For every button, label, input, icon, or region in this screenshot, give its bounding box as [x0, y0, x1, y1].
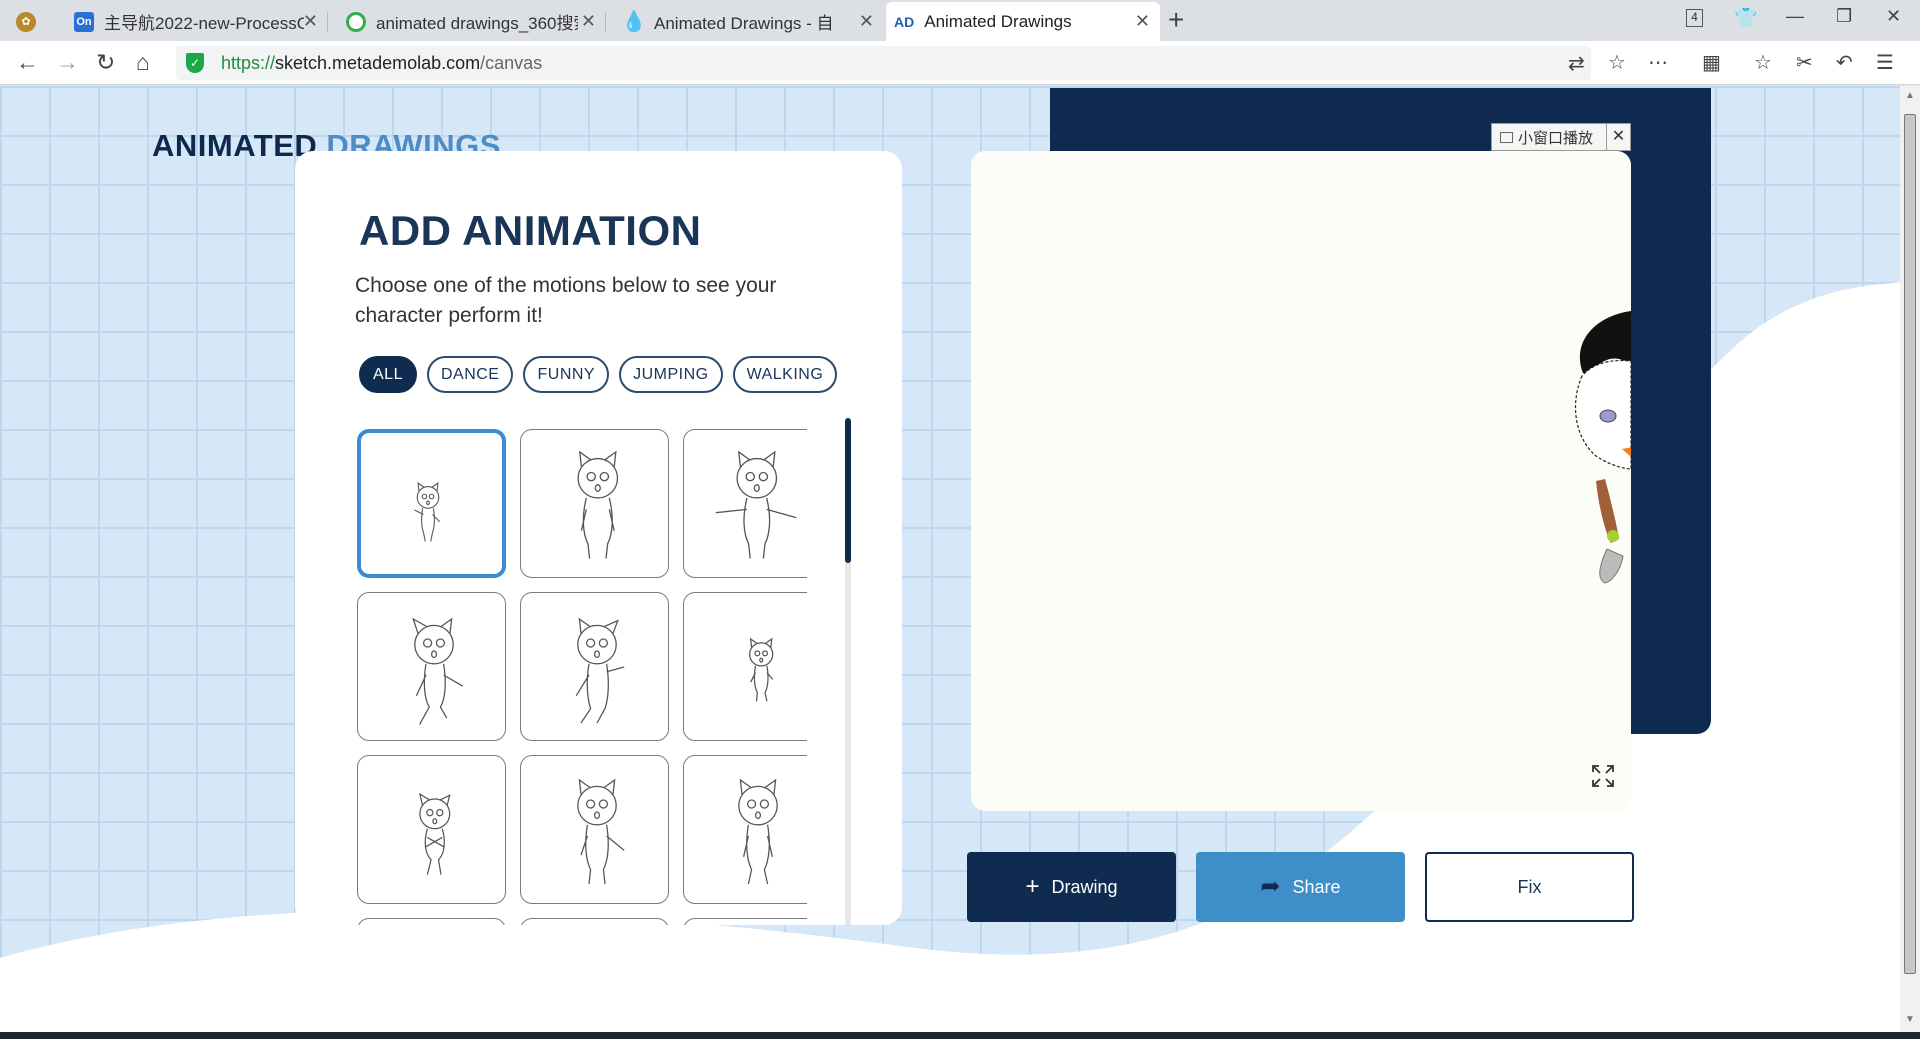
- tab-animated-drawings-1[interactable]: 💧 Animated Drawings - 自 ✕: [616, 2, 884, 41]
- tab-360-search[interactable]: animated drawings_360搜索 ✕: [338, 2, 606, 41]
- url-field[interactable]: ✓ https://sketch.metademolab.com/canvas …: [176, 46, 1591, 80]
- filter-jumping[interactable]: JUMPING: [619, 356, 723, 393]
- share-button[interactable]: ➦ Share: [1196, 852, 1405, 922]
- apps-grid-icon[interactable]: ▦: [1702, 50, 1721, 75]
- tab-bar: ✿ On 主导航2022-new-ProcessOn ✕ animated dr…: [0, 0, 1920, 41]
- tab-processon[interactable]: On 主导航2022-new-ProcessOn ✕: [66, 2, 328, 41]
- filter-walking[interactable]: WALKING: [732, 356, 838, 393]
- 360-search-icon: [346, 11, 366, 32]
- character-preview: [1574, 311, 1631, 584]
- add-animation-card: ADD ANIMATION Choose one of the motions …: [295, 151, 902, 925]
- tab-title: Animated Drawings: [924, 11, 1072, 31]
- motion-thumb-1[interactable]: [357, 429, 506, 578]
- filter-all[interactable]: ALL: [359, 356, 417, 393]
- close-icon[interactable]: ✕: [859, 11, 874, 32]
- tab-separator: [605, 12, 606, 32]
- motion-thumb-4[interactable]: [357, 592, 506, 741]
- tab-animated-drawings-active[interactable]: AD Animated Drawings ✕: [886, 2, 1160, 41]
- restore-icon[interactable]: ❐: [1836, 6, 1852, 27]
- reload-icon[interactable]: ↻: [96, 49, 115, 76]
- menu-icon[interactable]: ☰: [1876, 50, 1894, 75]
- motion-thumb-6[interactable]: [683, 592, 807, 741]
- scroll-up-icon[interactable]: ▲: [1905, 90, 1915, 101]
- thumbnail-scrollbar[interactable]: [845, 418, 851, 925]
- home-icon[interactable]: ⌂: [136, 49, 150, 76]
- url-path: /canvas: [480, 53, 543, 73]
- motion-thumb-9[interactable]: [683, 755, 807, 904]
- drawing-button-label: Drawing: [1051, 876, 1118, 897]
- url-scheme: https://: [221, 53, 276, 73]
- motion-thumb-7[interactable]: [357, 755, 506, 904]
- new-tab-button[interactable]: +: [1168, 4, 1184, 36]
- picture-in-picture-bar[interactable]: 小窗口播放 ✕: [1491, 123, 1631, 151]
- close-icon[interactable]: ✕: [303, 11, 318, 32]
- animation-preview: [971, 151, 1631, 811]
- scrollbar-thumb[interactable]: [845, 418, 851, 563]
- tab-separator: [327, 12, 328, 32]
- url-host: sketch.metademolab.com: [275, 53, 481, 73]
- share-button-label: Share: [1292, 876, 1341, 897]
- pip-close-icon[interactable]: ✕: [1606, 124, 1630, 150]
- translate-icon[interactable]: ⇄: [1568, 51, 1585, 76]
- fix-button-label: Fix: [1517, 876, 1542, 897]
- ad-icon: AD: [894, 13, 915, 30]
- new-drawing-button[interactable]: + Drawing: [967, 852, 1176, 922]
- undo-icon[interactable]: ↶: [1836, 50, 1853, 75]
- tab-title: animated drawings_360搜索: [376, 14, 578, 33]
- security-shield-icon: ✓: [186, 53, 204, 73]
- pip-label: 小窗口播放: [1518, 129, 1594, 147]
- fullscreen-icon[interactable]: [1591, 764, 1615, 788]
- page-scrollbar-thumb[interactable]: [1904, 114, 1916, 974]
- url-text: https://sketch.metademolab.com/canvas: [221, 53, 542, 74]
- motion-thumb-10[interactable]: [357, 918, 506, 925]
- address-bar: ← → ↻ ⌂ ✓ https://sketch.metademolab.com…: [0, 41, 1920, 85]
- motion-filters: ALL DANCE FUNNY JUMPING WALKING: [359, 356, 838, 393]
- back-icon[interactable]: ←: [16, 49, 39, 76]
- tab-count-badge[interactable]: 4: [1686, 9, 1703, 27]
- processon-icon: On: [74, 11, 94, 32]
- tab-pinned[interactable]: ✿: [8, 2, 56, 41]
- motion-thumbnail-grid: [357, 429, 807, 925]
- page-scrollbar[interactable]: ▲ ▼: [1900, 86, 1920, 1032]
- motion-thumb-8[interactable]: [520, 755, 669, 904]
- forward-icon[interactable]: →: [56, 49, 79, 76]
- tv-icon: [1500, 131, 1513, 143]
- card-title: ADD ANIMATION: [359, 207, 702, 254]
- page-canvas: ANIMATED DRAWINGS ADD ANIMATION Choose o…: [0, 86, 1900, 1032]
- motion-thumb-5[interactable]: [520, 592, 669, 741]
- scissors-icon[interactable]: ✂: [1796, 50, 1813, 75]
- card-description: Choose one of the motions below to see y…: [355, 274, 777, 327]
- drop-icon: 💧: [621, 11, 647, 33]
- filter-dance[interactable]: DANCE: [426, 356, 514, 393]
- tab-title: 主导航2022-new-ProcessOn: [104, 14, 304, 33]
- motion-thumb-3[interactable]: [683, 429, 807, 578]
- filter-funny[interactable]: FUNNY: [523, 356, 610, 393]
- close-icon[interactable]: ✕: [1135, 11, 1150, 32]
- os-taskbar: [0, 1032, 1920, 1039]
- motion-thumb-12[interactable]: [683, 918, 807, 925]
- window-close-icon[interactable]: ✕: [1886, 6, 1901, 27]
- sunflower-icon: ✿: [16, 11, 36, 32]
- bookmark-star-icon[interactable]: ☆: [1608, 50, 1626, 75]
- more-icon[interactable]: ⋯: [1648, 50, 1668, 75]
- minimize-icon[interactable]: —: [1786, 6, 1804, 27]
- close-icon[interactable]: ✕: [581, 11, 596, 32]
- logo-word-1: ANIMATED: [152, 128, 318, 163]
- shirt-icon[interactable]: 👕: [1734, 6, 1758, 30]
- tab-title: Animated Drawings - 自: [654, 14, 834, 33]
- plus-icon: +: [1025, 873, 1040, 900]
- share-arrow-icon: ➦: [1260, 873, 1281, 900]
- motion-thumb-2[interactable]: [520, 429, 669, 578]
- favorites-icon[interactable]: ☆: [1754, 50, 1772, 75]
- fix-button[interactable]: Fix: [1425, 852, 1634, 922]
- scroll-down-icon[interactable]: ▼: [1905, 1014, 1915, 1025]
- motion-thumb-11[interactable]: [520, 918, 669, 925]
